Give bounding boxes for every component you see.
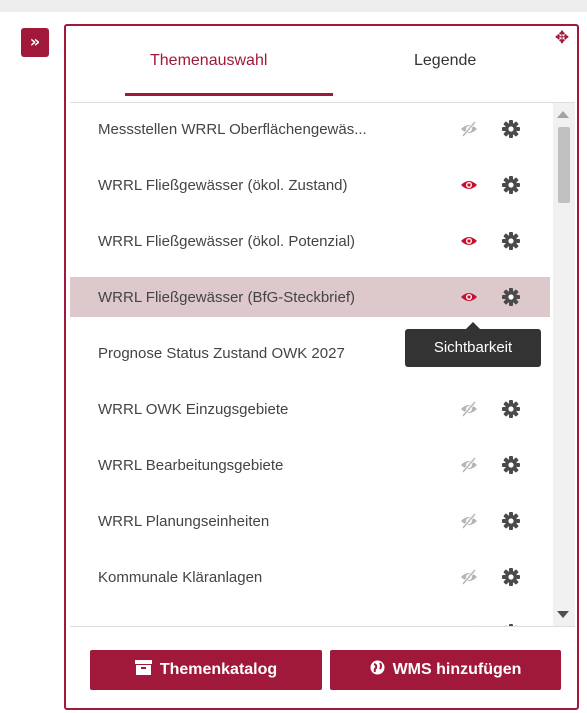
gear-icon[interactable]	[502, 288, 520, 306]
layer-label: WRRL Bearbeitungsgebiete	[98, 456, 284, 474]
themenkatalog-button[interactable]: Themenkatalog	[90, 650, 322, 690]
layer-label: Messstellen WRRL Oberflächengewäs...	[98, 120, 367, 138]
gear-icon[interactable]	[502, 624, 520, 626]
tab-themenauswahl[interactable]: Themenauswahl	[150, 52, 267, 70]
layer-label: Kommunale Kläranlagen	[98, 568, 263, 586]
archive-box-icon	[134, 660, 152, 680]
gear-icon[interactable]	[502, 512, 520, 530]
scroll-down-arrow-icon[interactable]	[557, 611, 569, 618]
tab-legende[interactable]: Legende	[414, 52, 476, 70]
layer-row[interactable]: WRRL Fließgewässer (ökol. Potenzial)	[70, 221, 550, 261]
gear-icon[interactable]	[502, 568, 520, 586]
collapse-panel-button[interactable]: »	[21, 28, 49, 57]
tab-bar: Themenauswahl Legende	[66, 26, 577, 96]
eye-slash-icon[interactable]	[460, 121, 478, 137]
eye-icon[interactable]	[460, 289, 478, 305]
eye-icon[interactable]	[460, 177, 478, 193]
layer-label: Sonstige Kläranlagen nach Anhang 1	[98, 625, 458, 627]
gear-icon[interactable]	[502, 400, 520, 418]
tooltip-arrow	[466, 322, 480, 329]
layer-label: WRRL Fließgewässer (ökol. Potenzial)	[98, 232, 356, 250]
layer-row[interactable]: WRRL Planungseinheiten	[70, 501, 550, 541]
wms-hinzufuegen-button[interactable]: WMS hinzufügen	[330, 650, 561, 690]
top-bar	[0, 0, 587, 12]
eye-slash-icon[interactable]	[460, 457, 478, 473]
layer-label: WRRL OWK Einzugsgebiete	[98, 400, 289, 418]
visibility-tooltip: Sichtbarkeit	[405, 329, 541, 367]
layer-row[interactable]: Messstellen WRRL Oberflächengewäs...	[70, 109, 550, 149]
scroll-thumb[interactable]	[558, 127, 570, 203]
eye-icon[interactable]	[460, 233, 478, 249]
layer-label: WRRL Fließgewässer (BfG-Steckbrief)	[98, 288, 355, 306]
gear-icon[interactable]	[502, 232, 520, 250]
wms-hinzufuegen-label: WMS hinzufügen	[392, 661, 522, 678]
eye-slash-icon[interactable]	[460, 569, 478, 585]
scroll-up-arrow-icon[interactable]	[557, 111, 569, 118]
gear-icon[interactable]	[502, 176, 520, 194]
themenkatalog-label: Themenkatalog	[159, 661, 278, 678]
layer-label: WRRL Planungseinheiten	[98, 512, 270, 530]
globe-icon	[370, 660, 385, 680]
eye-slash-icon[interactable]	[460, 625, 478, 626]
eye-slash-icon[interactable]	[460, 401, 478, 417]
eye-slash-icon[interactable]	[460, 513, 478, 529]
layer-label: Prognose Status Zustand OWK 2027	[98, 344, 345, 362]
active-tab-indicator	[125, 93, 333, 96]
layer-row[interactable]: Sonstige Kläranlagen nach Anhang 1	[70, 613, 550, 627]
double-chevron-right-icon: »	[29, 32, 41, 51]
layer-panel: ✥ Themenauswahl Legende Messstellen WRRL…	[64, 24, 579, 710]
gear-icon[interactable]	[502, 456, 520, 474]
layer-row[interactable]: Kommunale Kläranlagen	[70, 557, 550, 597]
layer-label: WRRL Fließgewässer (ökol. Zustand)	[98, 176, 348, 194]
layer-row[interactable]: WRRL Bearbeitungsgebiete	[70, 445, 550, 485]
layer-row[interactable]: WRRL Fließgewässer (ökol. Zustand)	[70, 165, 550, 205]
layer-row[interactable]: WRRL Fließgewässer (BfG-Steckbrief)	[70, 277, 550, 317]
gear-icon[interactable]	[502, 120, 520, 138]
layer-row[interactable]: WRRL OWK Einzugsgebiete	[70, 389, 550, 429]
scrollbar[interactable]	[553, 103, 575, 626]
